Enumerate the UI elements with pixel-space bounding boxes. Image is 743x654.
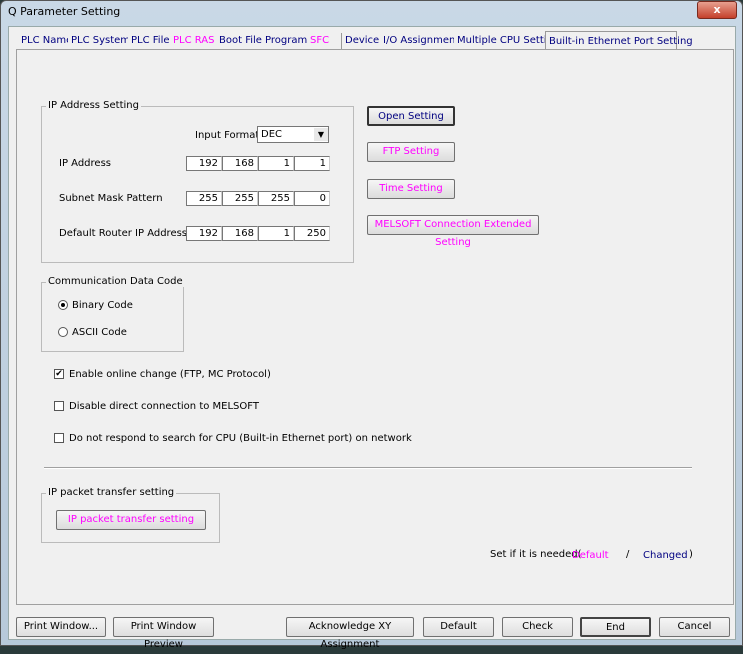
tab-sfc[interactable]: SFC [307, 33, 342, 50]
comm-code-group [41, 282, 184, 352]
close-button[interactable]: x [697, 1, 737, 19]
subnet-octet-4[interactable]: 0 [294, 191, 330, 206]
binary-code-label[interactable]: Binary Code [72, 300, 133, 311]
router-octet-4[interactable]: 250 [294, 226, 330, 241]
tab-builtin-ethernet[interactable]: Built-in Ethernet Port Setting [545, 31, 693, 50]
enable-online-change-checkbox[interactable]: ✔ [54, 369, 64, 379]
ip-octet-4[interactable]: 1 [294, 156, 330, 171]
no-search-response-checkbox[interactable] [54, 433, 64, 443]
tab-device[interactable]: Device [342, 33, 384, 50]
end-button[interactable]: End [580, 617, 651, 637]
subnet-octet-3[interactable]: 255 [258, 191, 294, 206]
print-window-button[interactable]: Print Window... [16, 617, 106, 637]
ftp-setting-button[interactable]: FTP Setting [367, 142, 455, 162]
legend-default: Default [572, 550, 609, 561]
ip-address-label: IP Address [59, 158, 111, 169]
subnet-octet-2[interactable]: 255 [222, 191, 258, 206]
print-preview-button[interactable]: Print Window Preview [113, 617, 214, 650]
binary-code-radio[interactable] [58, 300, 68, 310]
ip-packet-transfer-button[interactable]: IP packet transfer setting [56, 510, 206, 530]
router-octet-1[interactable]: 192 [186, 226, 222, 241]
input-format-select[interactable]: DEC ▼ [257, 126, 329, 143]
ip-octet-2[interactable]: 168 [222, 156, 258, 171]
legend-slash: / [626, 549, 630, 560]
router-ip-label: Default Router IP Address [59, 228, 188, 239]
tab-plc-file[interactable]: PLC File [128, 33, 174, 50]
ip-packet-legend: IP packet transfer setting [46, 487, 177, 498]
default-button[interactable]: Default [423, 617, 494, 637]
ip-octet-3[interactable]: 1 [258, 156, 294, 171]
comm-code-legend: Communication Data Code [46, 276, 185, 287]
melsoft-connection-button[interactable]: MELSOFT Connection Extended Setting [367, 215, 539, 248]
disable-direct-connection-label[interactable]: Disable direct connection to MELSOFT [69, 401, 259, 412]
cancel-button[interactable]: Cancel [659, 617, 730, 637]
ip-octet-1[interactable]: 192 [186, 156, 222, 171]
subnet-octet-1[interactable]: 255 [186, 191, 222, 206]
legend-changed: Changed [643, 550, 688, 561]
legend-note-suffix: ) [689, 549, 693, 560]
tab-boot-file[interactable]: Boot File [216, 33, 266, 50]
tab-plc-system[interactable]: PLC System [68, 33, 135, 50]
tab-program[interactable]: Program [262, 33, 312, 50]
enable-online-change-label[interactable]: Enable online change (FTP, MC Protocol) [69, 369, 271, 380]
router-octet-2[interactable]: 168 [222, 226, 258, 241]
chevron-down-icon[interactable]: ▼ [314, 128, 328, 141]
acknowledge-xy-button[interactable]: Acknowledge XY Assignment [286, 617, 414, 650]
no-search-response-label[interactable]: Do not respond to search for CPU (Built-… [69, 433, 412, 444]
ascii-code-label[interactable]: ASCII Code [72, 327, 127, 338]
input-format-value: DEC [261, 129, 283, 140]
check-button[interactable]: Check [502, 617, 573, 637]
ip-address-legend: IP Address Setting [46, 100, 141, 111]
time-setting-button[interactable]: Time Setting [367, 179, 455, 199]
disable-direct-connection-checkbox[interactable] [54, 401, 64, 411]
ascii-code-radio[interactable] [58, 327, 68, 337]
separator [44, 467, 692, 469]
open-setting-button[interactable]: Open Setting [367, 106, 455, 126]
input-format-label: Input Format [195, 130, 260, 141]
subnet-mask-label: Subnet Mask Pattern [59, 193, 163, 204]
window-title: Q Parameter Setting [8, 5, 121, 18]
legend-note-prefix: Set if it is needed( [490, 549, 582, 560]
tab-plc-ras[interactable]: PLC RAS [170, 33, 219, 50]
router-octet-3[interactable]: 1 [258, 226, 294, 241]
tab-io-assignment[interactable]: I/O Assignment [380, 33, 464, 50]
